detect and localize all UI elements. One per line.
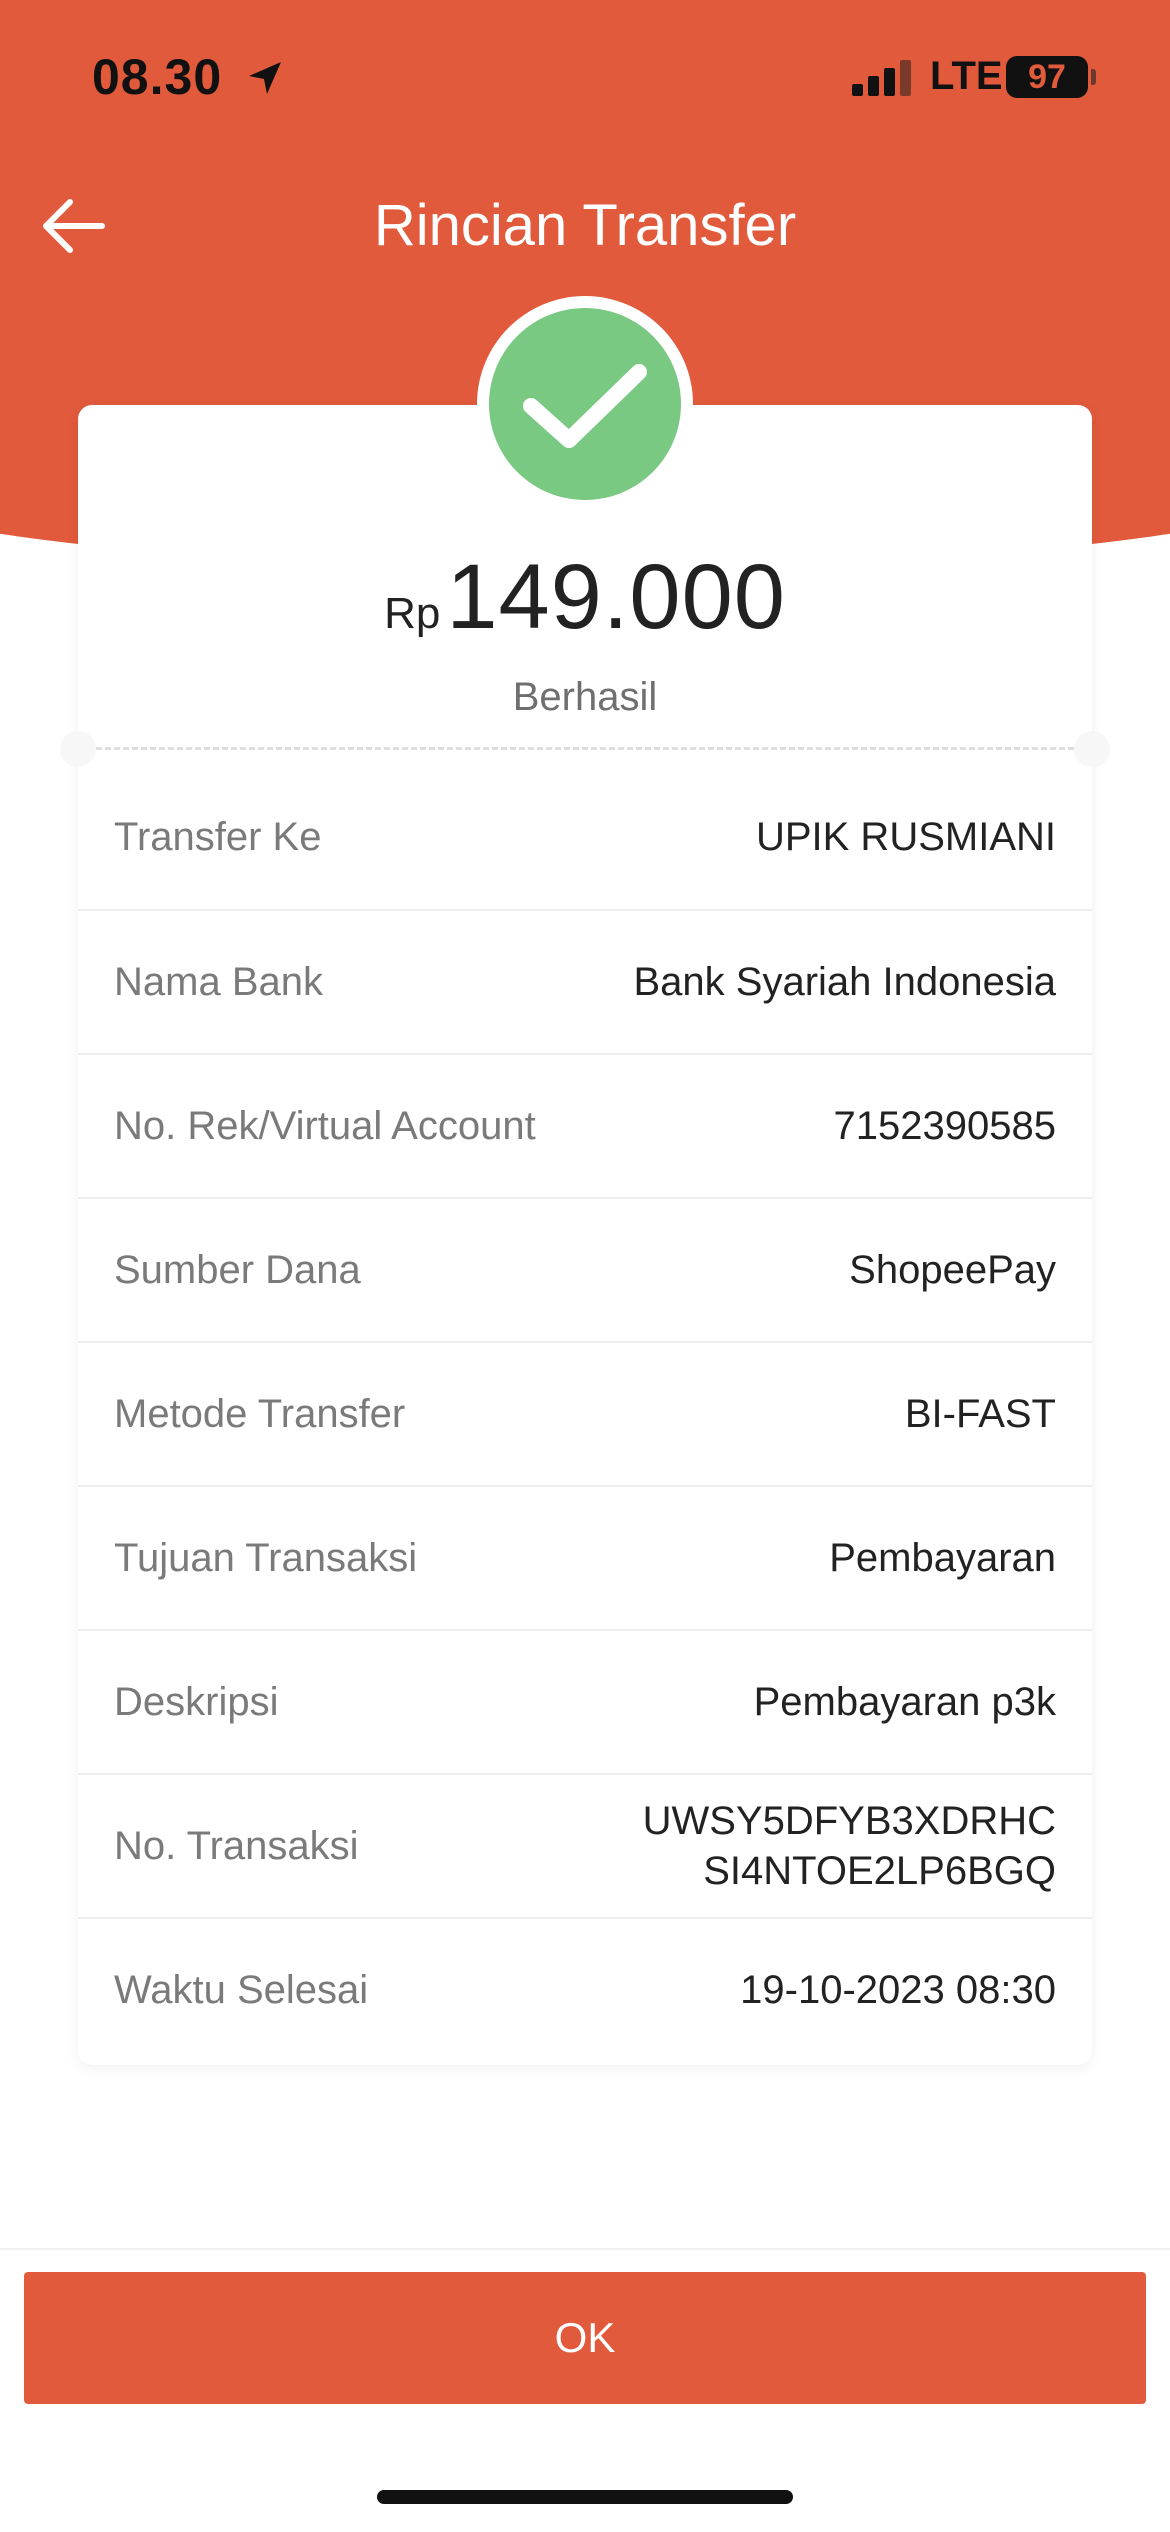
ok-button[interactable]: OK (24, 2272, 1146, 2404)
transfer-status: Berhasil (512, 675, 658, 719)
detail-row-completion-time: Waktu Selesai 19-10-2023 08:30 (78, 1917, 1092, 2061)
detail-value: ShopeePay (849, 1248, 1056, 1292)
detail-row-transaction-purpose: Tujuan Transaksi Pembayaran (78, 1485, 1092, 1629)
amount: Rp149.000 (78, 545, 1092, 650)
transfer-detail-card: Rp149.000 Berhasil Transfer Ke UPIK RUSM… (60, 405, 1110, 2065)
detail-row-source-of-funds: Sumber Dana ShopeePay (78, 1197, 1092, 1341)
detail-label: Sumber Dana (114, 1247, 361, 1292)
status-bar: 08.30 LTE 97 (0, 0, 1170, 150)
detail-label: No. Rek/Virtual Account (114, 1103, 536, 1148)
ticket-notch-right (1074, 731, 1110, 767)
detail-value: Pembayaran p3k (753, 1680, 1056, 1724)
detail-value-multiline: UWSY5DFYB3XDRHC SI4NTOE2LP6BGQ (643, 1796, 1056, 1896)
check-icon (523, 364, 647, 448)
amount-currency: Rp (384, 589, 441, 638)
detail-row-account-number: No. Rek/Virtual Account 7152390585 (78, 1053, 1092, 1197)
detail-row-transfer-to: Transfer Ke UPIK RUSMIANI (78, 765, 1092, 909)
detail-label: Metode Transfer (114, 1391, 406, 1436)
transaction-number-line-1: UWSY5DFYB3XDRHC (642, 1799, 1056, 1843)
detail-value: 19-10-2023 08:30 (740, 1968, 1056, 2012)
battery-cap (1091, 69, 1096, 85)
detail-value: 7152390585 (833, 1104, 1056, 1148)
status-time: 08.30 (92, 49, 223, 105)
detail-label: Deskripsi (114, 1679, 279, 1724)
network-label: LTE (930, 54, 1003, 98)
detail-row-transfer-method: Metode Transfer BI-FAST (78, 1341, 1092, 1485)
detail-label: Nama Bank (114, 959, 323, 1004)
detail-value: Pembayaran (829, 1536, 1056, 1580)
detail-label: No. Transaksi (114, 1823, 359, 1868)
home-indicator[interactable] (377, 2490, 793, 2504)
dashed-divider (96, 747, 1074, 750)
battery-icon: 97 (1006, 56, 1088, 98)
ticket-notch-left (60, 731, 96, 767)
detail-row-transaction-number: No. Transaksi UWSY5DFYB3XDRHC SI4NTOE2LP… (78, 1773, 1092, 1917)
amount-value: 149.000 (446, 546, 786, 648)
arrow-left-icon[interactable] (38, 190, 110, 262)
detail-row-bank-name: Nama Bank Bank Syariah Indonesia (78, 909, 1092, 1053)
success-circle (489, 308, 681, 500)
detail-row-description: Deskripsi Pembayaran p3k (78, 1629, 1092, 1773)
detail-label: Transfer Ke (114, 814, 322, 859)
location-arrow-icon (249, 62, 281, 94)
detail-value: BI-FAST (904, 1392, 1056, 1436)
detail-value: UPIK RUSMIANI (755, 815, 1056, 859)
detail-label: Waktu Selesai (114, 1967, 369, 2012)
detail-label: Tujuan Transaksi (114, 1535, 418, 1580)
detail-value: Bank Syariah Indonesia (633, 960, 1057, 1004)
success-badge (477, 296, 693, 512)
page-title: Rincian Transfer (373, 193, 797, 258)
screen: 08.30 LTE 97 Rincian Transfer Rp149.000 … (0, 0, 1170, 2532)
detail-list: Transfer Ke UPIK RUSMIANI Nama Bank Bank… (78, 765, 1092, 2061)
transaction-number-line-2: SI4NTOE2LP6BGQ (703, 1849, 1056, 1893)
signal-icon (852, 60, 914, 96)
